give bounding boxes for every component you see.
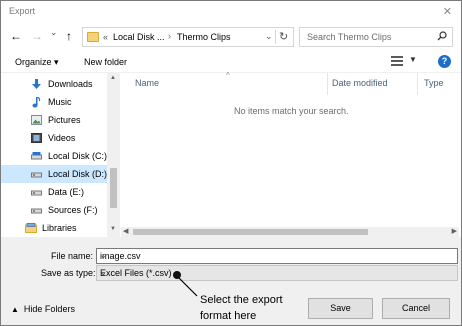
search-box[interactable]: Search Thermo Clips [299,27,453,47]
scrollbar-thumb[interactable] [133,229,368,235]
search-input[interactable]: Search Thermo Clips [307,32,391,42]
search-icon[interactable] [437,31,447,44]
address-bar[interactable]: « Local Disk ... › Thermo Clips ⌄ ↻ [82,27,294,47]
sidebar-item-label: Videos [48,133,76,143]
sidebar-item-pictures[interactable]: Pictures [1,111,107,129]
sidebar-item-label: Downloads [48,79,93,89]
sidebar-item-label: Libraries [42,223,77,233]
drive-icon [31,169,42,179]
drive-icon [31,187,42,197]
column-divider[interactable] [417,73,418,95]
libraries-icon [25,223,37,233]
scroll-right-icon[interactable]: ▶ [452,227,457,235]
chevron-down-icon[interactable]: ⌄ [100,251,453,260]
sidebar-item-label: Sources (F:) [48,205,98,215]
sidebar-item-label: Pictures [48,115,81,125]
sidebar-item-data-e[interactable]: Data (E:) [1,183,107,201]
help-icon[interactable]: ? [438,55,451,68]
organize-button[interactable]: Organize ▾ [15,57,59,68]
sort-indicator-icon: ^ [226,71,230,80]
hide-folders-button[interactable]: ▲ Hide Folders [11,304,75,314]
folder-icon [87,32,99,42]
empty-message: No items match your search. [234,106,349,116]
chevron-up-icon: ▲ [11,305,19,314]
sidebar-item-sources-f[interactable]: Sources (F:) [1,201,107,219]
downloads-icon [31,79,42,89]
sidebar-item-local-disk-c[interactable]: Local Disk (C:) [1,147,107,165]
breadcrumb-thermo-clips[interactable]: Thermo Clips [177,32,231,42]
callout-line-1: Select the export [200,294,283,306]
export-dialog: Export ✕ ← → ⌄ ↑ « Local Disk ... › Ther… [0,0,462,326]
sidebar-item-videos[interactable]: Videos [1,129,107,147]
file-name-label: File name: [51,251,94,261]
file-list-scrollbar[interactable]: ◀ ▶ [121,227,459,237]
scroll-left-icon[interactable]: ◀ [123,227,128,235]
breadcrumb-separator-icon[interactable]: › [168,31,171,41]
drive-icon [31,205,42,215]
column-divider[interactable] [327,73,328,95]
up-arrow-icon[interactable]: ↑ [66,29,72,43]
column-header-name[interactable]: Name [135,78,159,88]
save-as-type-select[interactable]: Excel Files (*.csv) ⌄ [96,265,458,281]
address-divider [275,30,276,44]
callout-marker-dot [173,271,181,279]
refresh-icon[interactable]: ↻ [279,30,288,43]
new-folder-button[interactable]: New folder [84,57,127,67]
sidebar-item-local-disk-d[interactable]: Local Disk (D:) [1,165,107,183]
navigation-pane: Downloads Music Pictures Videos Local Di… [1,73,120,237]
pictures-icon [31,115,42,125]
scroll-up-icon[interactable]: ▲ [110,75,116,81]
sidebar-item-label: Data (E:) [48,187,85,197]
change-view-icon[interactable] [391,56,403,66]
drive-icon [31,151,42,161]
breadcrumb-overflow[interactable]: « [103,32,108,42]
hide-folders-label: Hide Folders [23,304,75,314]
back-arrow-icon[interactable]: ← [10,29,22,43]
videos-icon [31,133,42,143]
title-bar: Export ✕ [1,1,461,23]
callout-annotation: Select the export format here [200,292,320,324]
breadcrumb-local-disk[interactable]: Local Disk ... [113,32,165,42]
view-options-dropdown-icon[interactable]: ▼ [409,55,417,64]
save-button[interactable]: Save [308,298,373,319]
close-icon[interactable]: ✕ [443,5,452,18]
sidebar-item-libraries[interactable]: Libraries [1,219,107,237]
cancel-button[interactable]: Cancel [382,298,450,319]
column-header-date-modified[interactable]: Date modified [332,78,388,88]
address-dropdown-icon[interactable]: ⌄ [265,31,273,42]
recent-locations-chevron-icon[interactable]: ⌄ [50,27,58,38]
sidebar-item-label: Music [48,97,72,107]
scrollbar-thumb[interactable] [110,168,117,208]
column-header-type[interactable]: Type [424,78,444,88]
chevron-down-icon[interactable]: ⌄ [100,268,453,277]
sidebar-item-label: Local Disk (D:) [48,169,108,179]
file-name-field[interactable]: image.csv ⌄ [96,248,458,264]
sidebar-item-music[interactable]: Music [1,93,107,111]
scroll-down-icon[interactable]: ▼ [110,226,116,232]
sidebar-item-downloads[interactable]: Downloads [1,75,107,93]
file-list: ^ Name Date modified Type No items match… [121,71,459,227]
music-icon [31,96,42,108]
sidebar-item-label: Local Disk (C:) [48,151,108,161]
save-as-type-label: Save as type: [41,268,96,278]
sidebar-scrollbar[interactable]: ▲ ▼ [107,73,120,237]
window-title: Export [9,6,36,16]
forward-arrow-icon[interactable]: → [31,29,43,43]
callout-line-2: format here [200,310,257,322]
